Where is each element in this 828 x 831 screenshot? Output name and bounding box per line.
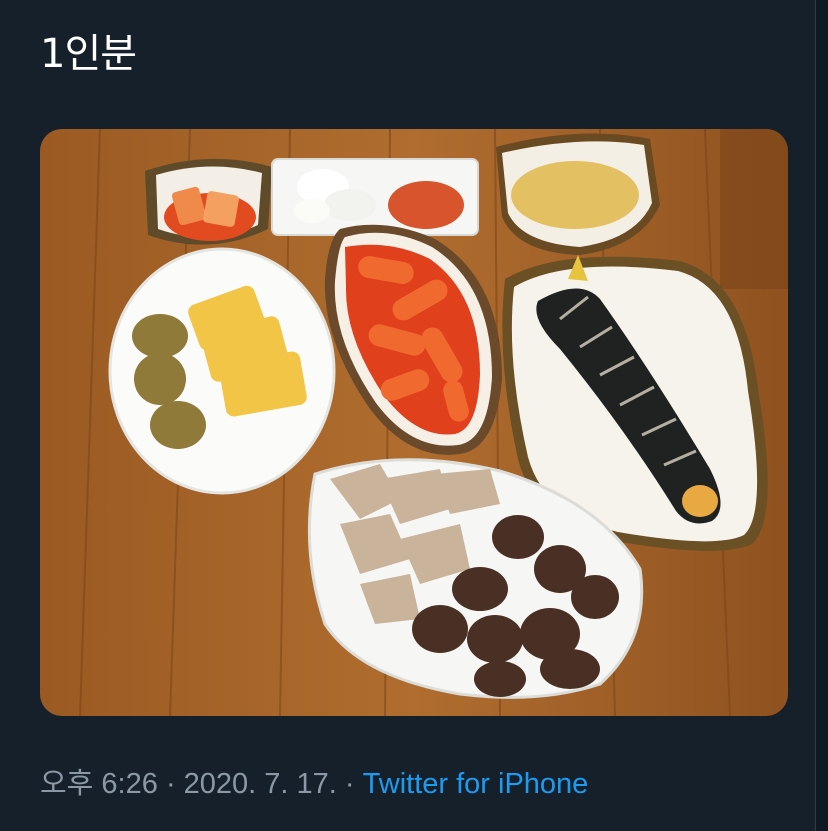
tweet-time[interactable]: 오후 6:26 (40, 768, 158, 800)
tweet-photo[interactable] (40, 129, 788, 716)
kimchi-dish (145, 158, 272, 245)
radish-sauce-plate (271, 158, 479, 236)
meta-separator: · (344, 768, 355, 800)
fried-food-plate (108, 247, 336, 495)
tweet-text: 1인분 (40, 31, 137, 77)
scrollbar-edge (815, 0, 828, 831)
food-photo-illustration (40, 129, 788, 716)
tweet-metadata: 오후 6:26 · 2020. 7. 17. · Twitter for iPh… (40, 762, 588, 806)
tweet-source-link[interactable]: Twitter for iPhone (363, 768, 589, 800)
meta-separator: · (165, 768, 176, 800)
tweet-date[interactable]: 2020. 7. 17. (184, 768, 337, 800)
